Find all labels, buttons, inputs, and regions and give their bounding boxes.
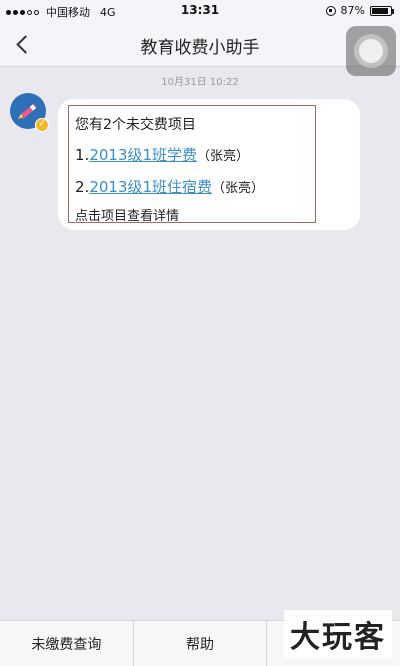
message-bubble: 您有2个未交费项目 1.2013级1班学费（张亮） 2.2013级1班住宿费（张… <box>58 99 360 230</box>
orientation-lock-icon <box>325 5 336 16</box>
fee-link-tuition[interactable]: 2013级1班学费 <box>89 146 197 164</box>
tab-help[interactable]: 帮助 <box>134 621 268 666</box>
battery-icon <box>370 5 394 16</box>
fee-item: 1.2013级1班学费（张亮） <box>75 146 250 164</box>
tab-unpaid-query[interactable]: 未缴费查询 <box>0 621 134 666</box>
message-header: 您有2个未交费项目 <box>75 117 196 133</box>
chevron-left-icon <box>15 34 35 54</box>
battery-percent: 87% <box>340 4 365 17</box>
assistive-touch-button[interactable] <box>346 26 396 76</box>
student-name: （张亮） <box>212 181 265 196</box>
message-footer: 点击项目查看详情 <box>75 209 180 224</box>
verified-badge-icon: ✓ <box>35 118 49 132</box>
status-bar: 中国移动 4G 13:31 87% <box>0 0 400 22</box>
student-name: （张亮） <box>197 149 250 164</box>
watermark-logo: 大玩客 <box>284 610 392 658</box>
fee-link-accommodation[interactable]: 2013级1班住宿费 <box>89 178 212 196</box>
avatar[interactable]: ✓ <box>10 93 49 132</box>
back-button[interactable] <box>10 30 36 58</box>
nav-bar: 教育收费小助手 <box>0 22 400 76</box>
page-title: 教育收费小助手 <box>140 38 260 58</box>
message-frame: 您有2个未交费项目 1.2013级1班学费（张亮） 2.2013级1班住宿费（张… <box>68 105 316 224</box>
status-right: 87% <box>325 4 394 17</box>
message-timestamp: 10月31日 10:22 <box>161 77 239 88</box>
screen: 中国移动 4G 13:31 87% 教育收费小助手 10月31日 10:22 ✓ <box>0 0 400 666</box>
fee-item: 2.2013级1班住宿费（张亮） <box>75 178 265 196</box>
